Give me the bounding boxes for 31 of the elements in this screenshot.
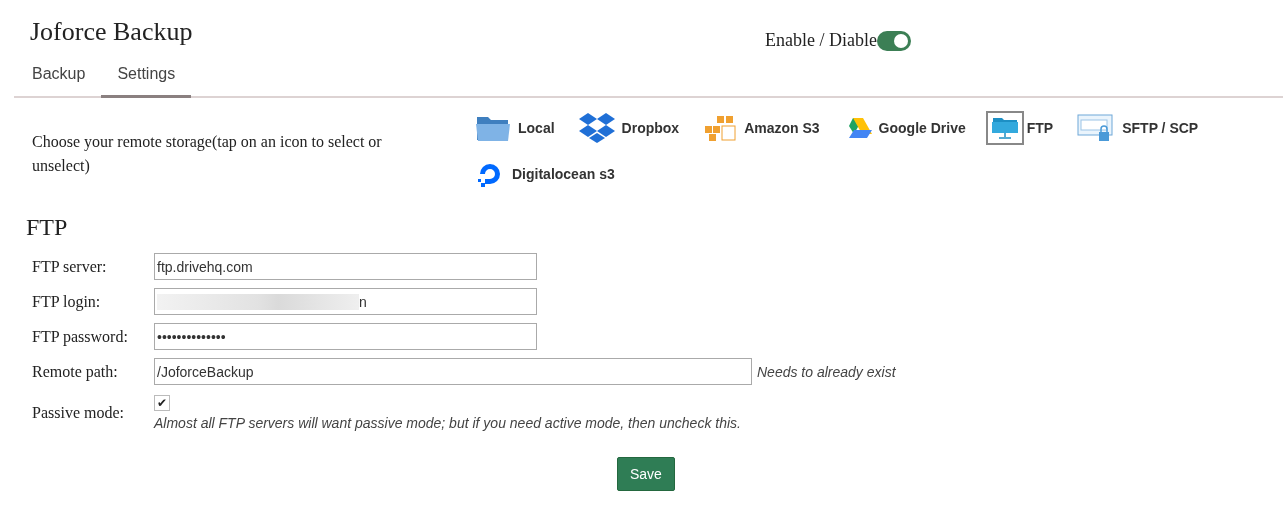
tab[interactable]: Settings [101,59,192,98]
dropbox-icon [578,112,615,144]
storage-prompt: Choose your remote storage(tap on an icon to select or unselect) [32,132,383,177]
field-label: Remote path: [32,362,119,381]
field-hint: Needs to already exist [757,363,896,380]
field-hint: Almost all FTP servers will want passive mode; but if you need active mode, then uncheck this. [154,415,741,431]
storage-option[interactable]: Local [471,106,555,150]
cubes-icon [703,114,738,142]
save-button[interactable]: Save [617,457,675,491]
input-field[interactable]: /JoforceBackup [154,358,752,385]
field-label: FTP server: [32,257,108,276]
storage-option[interactable]: SFTP / SCP [1073,106,1199,150]
page-title: Joforce Backup [30,16,194,48]
input-field[interactable]: •••••••••••••• [154,323,537,350]
window-lock-icon [1077,113,1116,143]
storage-option[interactable]: Digitalocean s3 [471,152,615,196]
storage-option[interactable]: Google Drive [839,106,966,150]
toggle-label: Enable / Diable [765,30,877,51]
input-field[interactable]: ftp.drivehq.com [154,253,537,280]
section-heading: FTP [26,214,69,241]
toggle-switch[interactable] [876,30,911,51]
field-label: Passive mode: [32,404,125,422]
field-label: FTP login: [32,292,102,311]
folder-icon [989,115,1020,141]
storage-option[interactable]: FTP [985,106,1054,150]
field-label: FTP password: [32,327,129,346]
storage-option[interactable]: Amazon S3 [699,106,820,150]
input-field[interactable]: n [154,288,537,315]
tab[interactable]: Backup [16,59,102,98]
storage-option[interactable]: Dropbox [574,106,680,150]
checkbox[interactable]: ✔ [154,395,170,411]
